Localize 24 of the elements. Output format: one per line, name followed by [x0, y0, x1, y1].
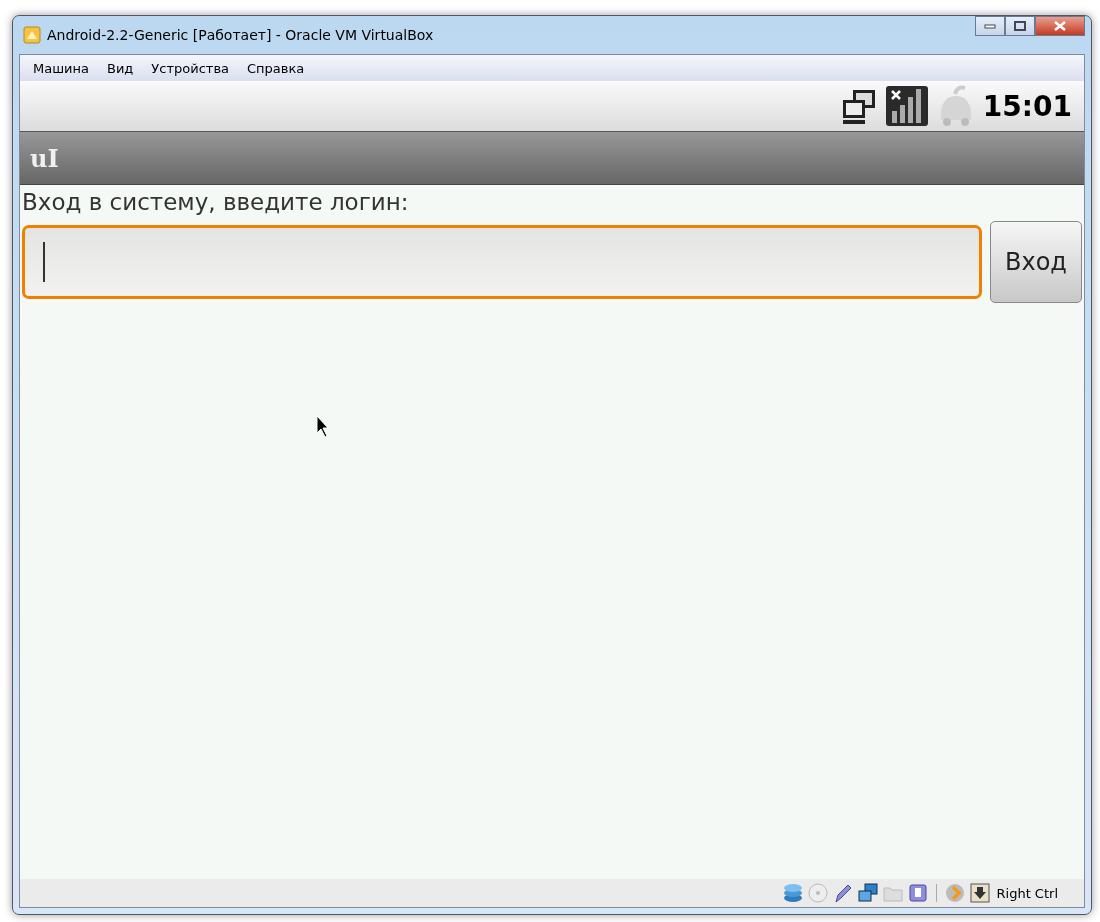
login-button[interactable]: Вход — [990, 221, 1082, 303]
mouse-pointer-icon — [316, 415, 330, 439]
keyboard-capture-icon[interactable] — [968, 882, 991, 904]
menu-item[interactable]: Вид — [98, 60, 143, 76]
chip-icon[interactable] — [906, 882, 929, 904]
menu-item[interactable]: Машина — [24, 60, 98, 76]
menu-item[interactable]: Справка — [238, 60, 314, 76]
network-icon[interactable] — [856, 882, 879, 904]
close-icon — [1053, 21, 1067, 31]
host-key-label: Right Ctrl — [996, 885, 1058, 901]
app-icon — [23, 26, 41, 44]
clock-time: 15:01 — [982, 89, 1072, 123]
app-title: uI — [30, 143, 59, 173]
close-button[interactable] — [1035, 16, 1085, 36]
maximize-button[interactable] — [1005, 16, 1035, 36]
signal-icon — [884, 85, 929, 127]
minimize-icon — [984, 23, 996, 29]
login-field[interactable] — [22, 225, 982, 299]
maximize-icon — [1014, 21, 1026, 31]
login-prompt: Вход в систему, введите логин: — [22, 189, 410, 215]
menu-item[interactable]: Устройства — [142, 60, 238, 76]
hard-disk-icon[interactable] — [781, 882, 804, 904]
window-title: Android-2.2-Generic [Работает] - Oracle VM VirtualBox — [47, 27, 435, 43]
minimize-button[interactable] — [975, 16, 1005, 36]
